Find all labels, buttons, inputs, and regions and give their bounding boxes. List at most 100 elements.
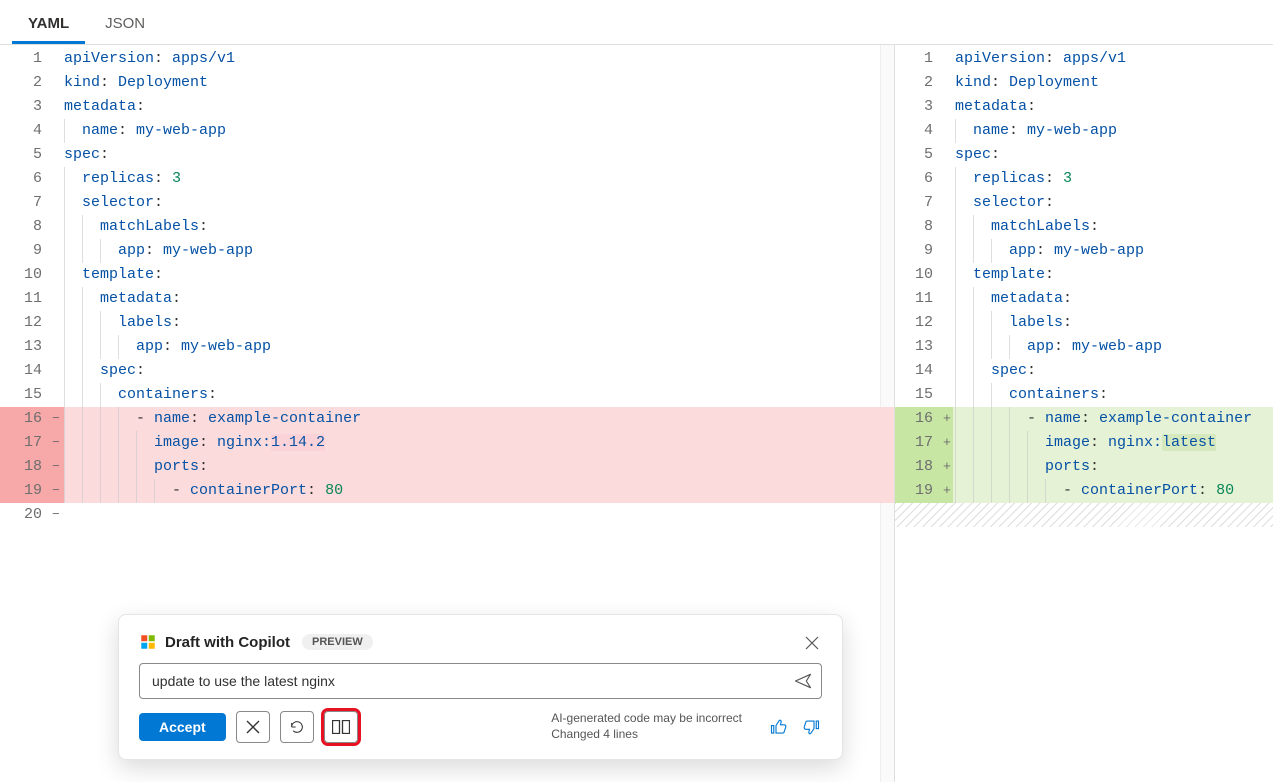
copilot-input-container[interactable] [139, 663, 822, 699]
line-number: 14 [0, 359, 52, 383]
diff-pane-modified: 1apiVersion: apps/v1 2kind: Deployment 3… [895, 45, 1273, 782]
yaml-key: apiVersion [64, 50, 154, 67]
thumbs-down-button[interactable] [800, 716, 822, 738]
discard-button[interactable] [236, 711, 270, 743]
refresh-icon [289, 719, 305, 735]
line-number: 20 [0, 503, 52, 527]
diff-marker-removed: − [52, 503, 64, 527]
yaml-key: image [154, 434, 199, 451]
line-number: 6 [0, 167, 52, 191]
yaml-value: example-container [208, 410, 361, 427]
thumbs-down-icon [802, 718, 820, 736]
preview-badge: PREVIEW [302, 634, 373, 650]
line-number: 11 [0, 287, 52, 311]
line-number: 10 [0, 263, 52, 287]
diff-marker-added: + [943, 407, 955, 431]
line-number: 1 [895, 47, 943, 71]
yaml-key: name [82, 122, 118, 139]
line-number: 15 [0, 383, 52, 407]
line-number: 18 [0, 455, 52, 479]
tab-json[interactable]: JSON [89, 8, 161, 44]
tab-yaml[interactable]: YAML [12, 8, 85, 44]
line-number: 2 [895, 71, 943, 95]
line-number: 6 [895, 167, 943, 191]
yaml-key: selector [82, 194, 154, 211]
line-number: 8 [895, 215, 943, 239]
line-number: 5 [895, 143, 943, 167]
line-number: 14 [895, 359, 943, 383]
yaml-value: apps/v1 [172, 50, 235, 67]
line-number: 7 [0, 191, 52, 215]
yaml-value-changed: latest [1162, 434, 1216, 451]
line-number: 19 [0, 479, 52, 503]
line-number: 3 [895, 95, 943, 119]
yaml-key: containerPort [190, 482, 307, 499]
yaml-key: containers [118, 386, 208, 403]
side-by-side-icon [332, 720, 350, 734]
yaml-key: kind [64, 74, 100, 91]
diff-marker-removed: − [52, 431, 64, 455]
yaml-value: 3 [172, 170, 181, 187]
send-button[interactable] [791, 669, 815, 693]
line-number: 15 [895, 383, 943, 407]
line-number: 3 [0, 95, 52, 119]
close-icon [805, 636, 819, 650]
diff-marker-added: + [943, 431, 955, 455]
line-number: 7 [895, 191, 943, 215]
editor-modified[interactable]: 1apiVersion: apps/v1 2kind: Deployment 3… [895, 45, 1273, 527]
yaml-value: 80 [325, 482, 343, 499]
copilot-icon [139, 633, 157, 651]
line-number: 10 [895, 263, 943, 287]
line-number: 17 [0, 431, 52, 455]
yaml-key: spec [64, 146, 100, 163]
line-number: 1 [0, 47, 52, 71]
yaml-value-changed: 1.14.2 [271, 434, 325, 451]
diff-marker-added: + [943, 455, 955, 479]
diff-view-toggle-button[interactable] [324, 711, 358, 743]
copilot-status-text: AI-generated code may be incorrect Chang… [551, 711, 742, 742]
line-number: 12 [0, 311, 52, 335]
yaml-key: name [154, 410, 190, 427]
line-number: 17 [895, 431, 943, 455]
close-button[interactable] [802, 633, 822, 653]
line-number: 16 [0, 407, 52, 431]
yaml-value: my-web-app [181, 338, 271, 355]
editor-original[interactable]: 1apiVersion: apps/v1 2kind: Deployment 3… [0, 45, 894, 527]
thumbs-up-icon [770, 718, 788, 736]
tab-bar: YAML JSON [0, 0, 1273, 45]
diff-placeholder-line [895, 503, 1273, 527]
yaml-value: my-web-app [163, 242, 253, 259]
yaml-key: replicas [82, 170, 154, 187]
line-number: 16 [895, 407, 943, 431]
diff-marker-removed: − [52, 407, 64, 431]
copilot-prompt-input[interactable] [152, 673, 791, 689]
diff-marker-removed: − [52, 479, 64, 503]
yaml-key: matchLabels [100, 218, 199, 235]
diff-marker-removed: − [52, 455, 64, 479]
regenerate-button[interactable] [280, 711, 314, 743]
yaml-key: template [82, 266, 154, 283]
thumbs-up-button[interactable] [768, 716, 790, 738]
line-number: 19 [895, 479, 943, 503]
line-number: 18 [895, 455, 943, 479]
yaml-key: ports [154, 458, 199, 475]
line-number: 2 [0, 71, 52, 95]
line-number: 8 [0, 215, 52, 239]
yaml-key: spec [100, 362, 136, 379]
yaml-key: metadata [64, 98, 136, 115]
line-number: 13 [0, 335, 52, 359]
send-icon [793, 671, 813, 691]
yaml-value: Deployment [118, 74, 208, 91]
yaml-key: metadata [100, 290, 172, 307]
line-number: 4 [0, 119, 52, 143]
line-number: 11 [895, 287, 943, 311]
copilot-title: Draft with Copilot [165, 634, 290, 651]
line-number: 5 [0, 143, 52, 167]
line-number: 4 [895, 119, 943, 143]
close-icon [246, 720, 260, 734]
accept-button[interactable]: Accept [139, 713, 226, 741]
diff-marker-added: + [943, 479, 955, 503]
line-number: 9 [0, 239, 52, 263]
yaml-key: app [136, 338, 163, 355]
line-number: 9 [895, 239, 943, 263]
